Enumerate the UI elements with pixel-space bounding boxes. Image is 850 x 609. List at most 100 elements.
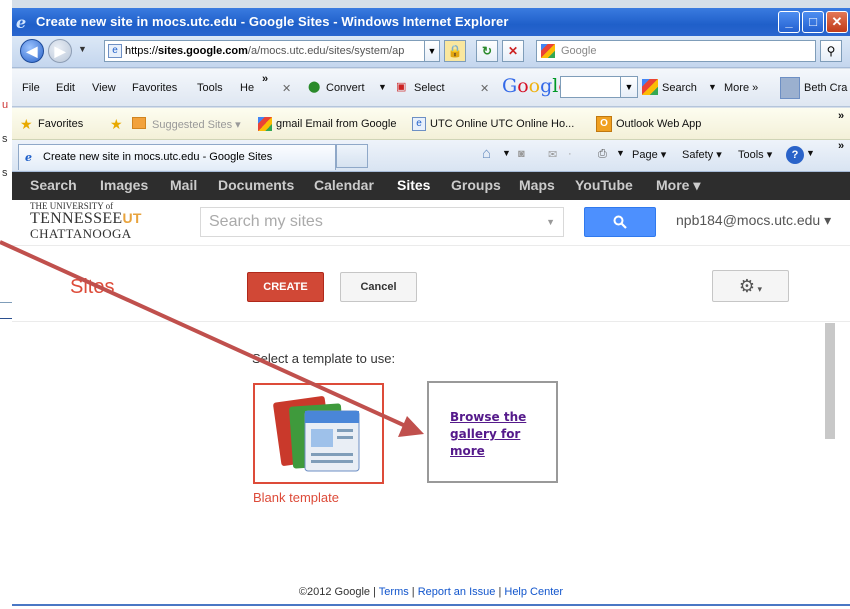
url-host: sites.google.com bbox=[158, 45, 248, 57]
close-google-toolbar-icon[interactable]: ✕ bbox=[480, 82, 489, 95]
select-button[interactable]: Select bbox=[414, 82, 445, 94]
blank-template-tile[interactable] bbox=[253, 383, 384, 484]
help-icon[interactable]: ? bbox=[786, 146, 804, 164]
menu-toolbar: File Edit View Favorites Tools He » ✕ ⬤ … bbox=[12, 69, 850, 107]
gbar-mail[interactable]: Mail bbox=[170, 177, 197, 193]
print-dropdown-icon[interactable]: ▼ bbox=[616, 148, 625, 158]
page-menu[interactable]: Page ▾ bbox=[632, 148, 666, 161]
search-sites-placeholder: Search my sites bbox=[209, 213, 323, 230]
menu-more-chevron[interactable]: » bbox=[262, 73, 268, 85]
gbar-calendar[interactable]: Calendar bbox=[314, 177, 374, 193]
star-icon: ★ bbox=[20, 116, 33, 132]
outlook-web-app-link[interactable]: Outlook Web App bbox=[616, 118, 701, 130]
account-menu[interactable]: npb184@mocs.utc.edu ▾ bbox=[676, 212, 831, 229]
gbar-documents[interactable]: Documents bbox=[218, 177, 294, 193]
favorites-bar: ★ Favorites ★ Suggested Sites ▾ gmail Em… bbox=[12, 108, 850, 140]
search-button[interactable] bbox=[584, 207, 656, 237]
window-bottom-edge bbox=[12, 604, 850, 606]
search-dropdown-icon[interactable]: ▼ bbox=[546, 208, 555, 236]
google-toolbar-dropdown-icon[interactable]: ▼ bbox=[620, 76, 638, 98]
template-prompt: Select a template to use: bbox=[252, 351, 396, 366]
convert-dropdown-icon[interactable]: ▼ bbox=[378, 82, 387, 92]
search-placeholder: Google bbox=[561, 45, 597, 57]
gbar-maps[interactable]: Maps bbox=[519, 177, 555, 193]
ie-tab-icon: e bbox=[25, 151, 32, 164]
google-icon bbox=[258, 117, 272, 131]
gbar-groups[interactable]: Groups bbox=[451, 177, 501, 193]
search-input[interactable]: Google bbox=[536, 40, 816, 62]
address-bar[interactable]: e https://sites.google.com/a/mocs.utc.ed… bbox=[104, 40, 434, 62]
home-dropdown-icon[interactable]: ▼ bbox=[502, 148, 511, 158]
tools-menu[interactable]: Tools ▾ bbox=[738, 148, 772, 161]
suggested-sites-link[interactable]: Suggested Sites ▾ bbox=[152, 118, 241, 131]
help-dropdown-icon[interactable]: ▼ bbox=[806, 148, 815, 158]
cmdbar-more-chevron[interactable]: » bbox=[838, 140, 844, 152]
ie-logo-icon: e bbox=[16, 13, 27, 32]
address-dropdown-icon[interactable]: ▼ bbox=[424, 40, 440, 62]
maximize-button[interactable]: □ bbox=[802, 11, 824, 33]
window-titlebar[interactable]: e Create new site in mocs.utc.edu - Goog… bbox=[12, 8, 850, 36]
favbar-more-chevron[interactable]: » bbox=[838, 110, 844, 122]
gbar-youtube[interactable]: YouTube bbox=[575, 177, 633, 193]
stub-text: s bbox=[2, 167, 8, 179]
gbar-more[interactable]: More ▾ bbox=[656, 177, 700, 194]
user-name[interactable]: Beth Cra bbox=[804, 82, 847, 94]
feeds-icon[interactable]: ◙ bbox=[518, 148, 525, 160]
menu-edit[interactable]: Edit bbox=[56, 82, 75, 94]
print-icon[interactable]: ⎙ bbox=[598, 148, 607, 161]
gmail-link[interactable]: gmail Email from Google bbox=[276, 118, 396, 130]
utc-logo[interactable]: THE UNIVERSITY of TENNESSEEUT CHATTANOOG… bbox=[30, 202, 142, 241]
settings-button[interactable]: ⚙ ▾ bbox=[712, 270, 789, 302]
toolbar-divider bbox=[12, 321, 850, 322]
create-button[interactable]: CREATE bbox=[247, 272, 324, 302]
report-issue-link[interactable]: Report an Issue bbox=[418, 586, 496, 598]
avatar bbox=[780, 77, 800, 99]
menu-view[interactable]: View bbox=[92, 82, 116, 94]
forward-button[interactable]: ▶ bbox=[48, 39, 72, 63]
convert-button[interactable]: Convert bbox=[326, 82, 365, 94]
safety-menu[interactable]: Safety ▾ bbox=[682, 148, 722, 161]
gbar-search[interactable]: Search bbox=[30, 177, 77, 193]
terms-link[interactable]: Terms bbox=[379, 586, 409, 598]
refresh-icon[interactable]: ↻ bbox=[476, 40, 498, 62]
convert-icon: ⬤ bbox=[308, 81, 321, 93]
add-favorite-icon[interactable]: ★ bbox=[110, 116, 123, 133]
cancel-button[interactable]: Cancel bbox=[340, 272, 417, 302]
utc-online-link[interactable]: UTC Online UTC Online Ho... bbox=[430, 118, 574, 130]
browse-gallery-tile[interactable]: Browse the gallery for more bbox=[427, 381, 558, 483]
menu-file[interactable]: File bbox=[22, 82, 40, 94]
gbar-images[interactable]: Images bbox=[100, 177, 148, 193]
gbar-sites[interactable]: Sites bbox=[397, 177, 430, 193]
minimize-button[interactable]: _ bbox=[778, 11, 800, 33]
back-button[interactable]: ◀ bbox=[20, 39, 44, 63]
stop-icon[interactable]: ✕ bbox=[502, 40, 524, 62]
browse-gallery-link[interactable]: Browse the gallery for more bbox=[450, 409, 550, 460]
more-button[interactable]: More » bbox=[724, 82, 758, 94]
menu-tools[interactable]: Tools bbox=[197, 82, 223, 94]
search-icon[interactable]: ⚲ bbox=[820, 40, 842, 62]
help-center-link[interactable]: Help Center bbox=[504, 586, 563, 598]
page-icon: e bbox=[108, 44, 122, 58]
stub-text: u bbox=[2, 99, 9, 111]
page-content: THE UNIVERSITY of TENNESSEEUT CHATTANOOG… bbox=[12, 200, 850, 609]
home-icon[interactable]: ⌂ bbox=[482, 145, 491, 162]
blank-template-icon bbox=[273, 396, 360, 472]
tab-create-new-site[interactable]: e Create new site in mocs.utc.edu - Goog… bbox=[18, 144, 336, 170]
favorites-button[interactable]: Favorites bbox=[38, 118, 83, 130]
close-toolbar-icon[interactable]: ✕ bbox=[282, 82, 291, 95]
mail-icon[interactable]: ✉ bbox=[548, 148, 557, 161]
logo-line2: TENNESSEE bbox=[30, 210, 123, 227]
select-icon: ▣ bbox=[396, 81, 407, 93]
menu-favorites[interactable]: Favorites bbox=[132, 82, 177, 94]
lock-icon[interactable]: 🔒 bbox=[444, 40, 466, 62]
scrollbar[interactable] bbox=[825, 323, 835, 439]
history-dropdown-icon[interactable]: ▼ bbox=[78, 44, 87, 54]
menu-help[interactable]: He bbox=[240, 82, 254, 94]
search-sites-input[interactable]: Search my sites ▼ bbox=[200, 207, 564, 237]
google-search-button[interactable]: Search bbox=[662, 82, 697, 94]
url-path: /a/mocs.utc.edu/sites/system/ap bbox=[247, 45, 405, 57]
logo-line3: CHATTANOOGA bbox=[30, 226, 132, 241]
close-button[interactable]: ✕ bbox=[826, 11, 848, 33]
new-tab-button[interactable] bbox=[336, 144, 368, 168]
search-dropdown-icon[interactable]: ▼ bbox=[708, 82, 717, 92]
